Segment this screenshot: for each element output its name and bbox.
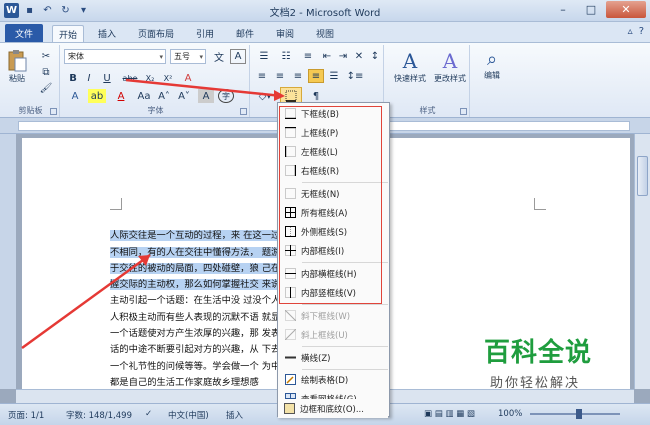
font-launcher[interactable] <box>240 108 247 115</box>
insert-mode[interactable]: 插入 <box>226 409 243 421</box>
phonetic-guide-button[interactable]: 文 <box>210 49 228 64</box>
tab-view[interactable]: 视图 <box>310 25 340 42</box>
align-left-icon[interactable]: ≡ <box>254 69 270 83</box>
font-name-combo[interactable]: 宋体 ▾ <box>64 49 166 64</box>
grow-font-button[interactable]: A˄ <box>156 89 172 103</box>
strikethrough-button[interactable]: abe <box>120 71 140 85</box>
char-shading-button[interactable]: A <box>198 89 214 103</box>
sort-icon[interactable]: ↕ <box>368 49 382 63</box>
binoculars-icon: ⌕ <box>486 49 498 70</box>
change-styles-icon: A <box>442 49 458 73</box>
change-styles-button[interactable]: A 更改样式 <box>430 49 470 84</box>
italic-button[interactable]: I <box>82 71 96 85</box>
page-indicator[interactable]: 页面: 1/1 <box>8 409 44 421</box>
language-indicator[interactable]: 中文(中国) <box>168 409 209 421</box>
zoom-slider[interactable] <box>530 413 620 415</box>
format-painter-icon[interactable]: 🖌 <box>38 81 54 95</box>
align-center-icon[interactable]: ≡ <box>272 69 288 83</box>
vertical-ruler <box>0 134 16 389</box>
menu-item-diagonal-up[interactable]: 斜上框线(U) <box>279 325 389 344</box>
styles-launcher[interactable] <box>460 108 467 115</box>
justify-icon[interactable]: ≡ <box>308 69 324 83</box>
menu-item-borders-shading[interactable]: 边框和底纹(O)... <box>278 399 388 418</box>
highlight-box <box>279 106 382 304</box>
help-icon[interactable]: ? <box>639 26 644 37</box>
minimize-button[interactable]: – <box>550 1 576 18</box>
proofing-icon[interactable]: ✓ <box>145 409 152 419</box>
underline-button[interactable]: U <box>98 71 116 85</box>
menu-item-horizontal-line[interactable]: 横线(Z) <box>279 348 389 367</box>
distributed-icon[interactable]: ☰ <box>326 69 342 83</box>
draw-table-icon <box>284 374 296 385</box>
styles-group-label: 样式 <box>419 106 436 115</box>
borders-icon <box>285 90 297 102</box>
decrease-indent-icon[interactable]: ⇤ <box>320 49 334 63</box>
diagonal-up-icon <box>284 329 296 340</box>
font-group: 宋体 ▾ 五号 ▾ 文 A B I U abe X₂ X² A A ab A Aa … <box>62 45 250 117</box>
clipboard-launcher[interactable] <box>50 108 57 115</box>
font-group-label: 字体 <box>147 106 164 115</box>
change-case-button[interactable]: Aa <box>136 89 152 103</box>
numbering-icon[interactable]: ☷ <box>276 49 296 63</box>
paste-button[interactable]: 粘贴 <box>6 49 28 84</box>
close-button[interactable]: ✕ <box>606 1 646 18</box>
tab-insert[interactable]: 插入 <box>92 25 122 42</box>
borders-shading-icon <box>283 403 295 414</box>
tab-references[interactable]: 引用 <box>190 25 220 42</box>
tab-home[interactable]: 开始 <box>52 25 85 42</box>
diagonal-down-icon <box>284 310 296 321</box>
increase-indent-icon[interactable]: ⇥ <box>336 49 350 63</box>
crop-mark-tl <box>110 198 122 210</box>
watermark: 百科全说 助你轻松解决 <box>484 338 593 391</box>
cut-icon[interactable]: ✂ <box>38 49 54 63</box>
menu-item-diagonal-down[interactable]: 斜下框线(W) <box>279 306 389 325</box>
view-buttons[interactable]: ▣ ▤ ▥ ▦ ▧ <box>424 409 475 419</box>
text-effects-icon[interactable]: A <box>66 89 84 103</box>
multilevel-list-icon[interactable]: ≡ <box>298 49 318 63</box>
subscript-button[interactable]: X₂ <box>142 71 158 85</box>
title-bar: W ▪ ↶ ↻ ▾ 文档2 - Microsoft Word – □ ✕ <box>0 0 650 22</box>
horizontal-line-icon <box>284 356 296 359</box>
bold-button[interactable]: B <box>66 71 80 85</box>
zoom-slider-thumb[interactable] <box>576 409 582 419</box>
styles-group: A 快速样式 A 更改样式 样式 <box>386 45 470 117</box>
bullets-icon[interactable]: ☰ <box>254 49 274 63</box>
align-right-icon[interactable]: ≡ <box>290 69 306 83</box>
quick-styles-button[interactable]: A 快速样式 <box>390 49 430 84</box>
collapse-ribbon-icon[interactable]: ▵ <box>628 26 633 37</box>
editing-button[interactable]: ⌕ 编辑 <box>476 49 508 81</box>
font-size-combo[interactable]: 五号 ▾ <box>170 49 206 64</box>
clipboard-group: 粘贴 ✂ ⧉ 🖌 剪贴板 <box>2 45 60 117</box>
crop-mark-tr <box>534 198 546 210</box>
superscript-button[interactable]: X² <box>160 71 176 85</box>
paragraph-marks-icon[interactable]: ¶ <box>308 89 324 103</box>
font-color-icon[interactable]: A <box>112 89 130 103</box>
editing-group: ⌕ 编辑 <box>472 45 512 117</box>
char-border-button[interactable]: A <box>230 49 246 64</box>
copy-icon[interactable]: ⧉ <box>38 65 54 79</box>
word-count[interactable]: 字数: 148/1,499 <box>66 409 132 421</box>
paste-icon <box>8 50 27 72</box>
shrink-font-button[interactable]: A˅ <box>176 89 192 103</box>
tab-mailings[interactable]: 邮件 <box>230 25 260 42</box>
chinese-layout-icon[interactable]: ✕ <box>352 49 366 63</box>
zoom-level[interactable]: 100% <box>498 409 522 419</box>
menu-item-draw-table[interactable]: 绘制表格(D) <box>279 370 389 389</box>
tab-review[interactable]: 审阅 <box>270 25 300 42</box>
line-spacing-icon[interactable]: ↕≡ <box>346 69 364 83</box>
clear-formatting-button[interactable]: A <box>180 71 196 85</box>
quick-styles-icon: A <box>402 49 418 73</box>
maximize-button[interactable]: □ <box>578 1 604 18</box>
shading-icon[interactable]: ◇▾ <box>254 89 276 103</box>
highlight-color-icon[interactable]: ab <box>88 89 106 103</box>
tab-page-layout[interactable]: 页面布局 <box>132 25 180 42</box>
enclose-char-icon[interactable]: 字 <box>218 89 234 103</box>
tab-file[interactable]: 文件 <box>5 24 43 42</box>
ribbon-tabs: 文件 开始 插入 页面布局 引用 邮件 审阅 视图 ▵ ? <box>0 22 650 42</box>
